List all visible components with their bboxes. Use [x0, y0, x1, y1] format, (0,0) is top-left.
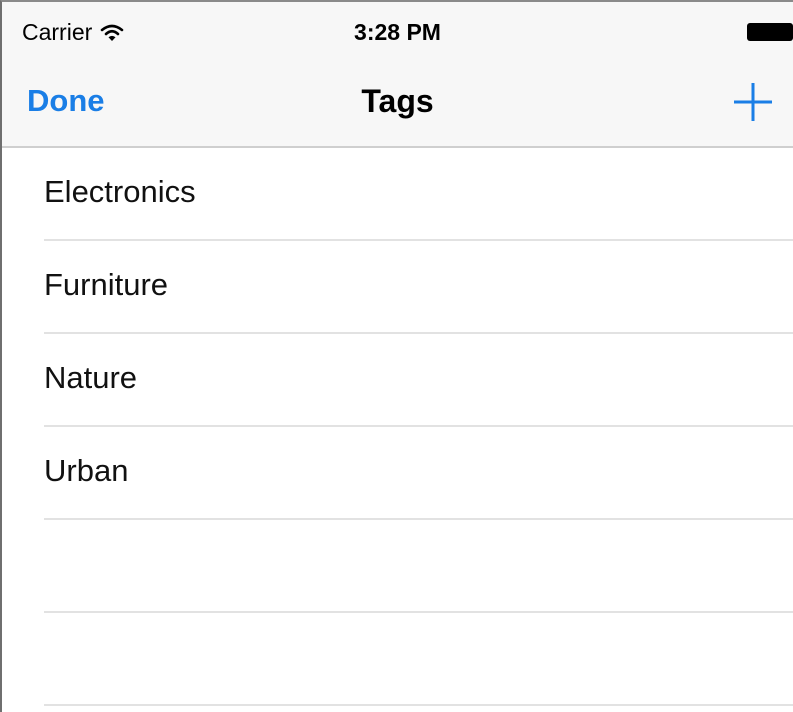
tags-screen: Carrier 3:28 PM Done Tags Electronics Fu…	[0, 0, 793, 712]
tag-label: Urban	[44, 453, 129, 488]
tag-label: Nature	[44, 360, 138, 395]
page-title: Tags	[361, 83, 434, 119]
tag-label: Electronics	[44, 174, 196, 209]
table-row[interactable]: Electronics	[2, 148, 793, 241]
tag-label: Furniture	[44, 267, 169, 302]
status-time: 3:28 PM	[354, 19, 441, 45]
empty-table-row	[2, 613, 793, 706]
table-row[interactable]: Furniture	[2, 241, 793, 334]
table-row[interactable]: Urban	[2, 427, 793, 520]
empty-table-row	[2, 520, 793, 613]
navigation-bar: Done Tags	[2, 60, 793, 148]
plus-icon[interactable]	[731, 80, 775, 124]
table-row[interactable]: Nature	[2, 334, 793, 427]
battery-icon	[747, 23, 793, 41]
status-bar: Carrier 3:28 PM	[2, 2, 793, 60]
tags-table: Electronics Furniture Nature Urban	[2, 148, 793, 706]
